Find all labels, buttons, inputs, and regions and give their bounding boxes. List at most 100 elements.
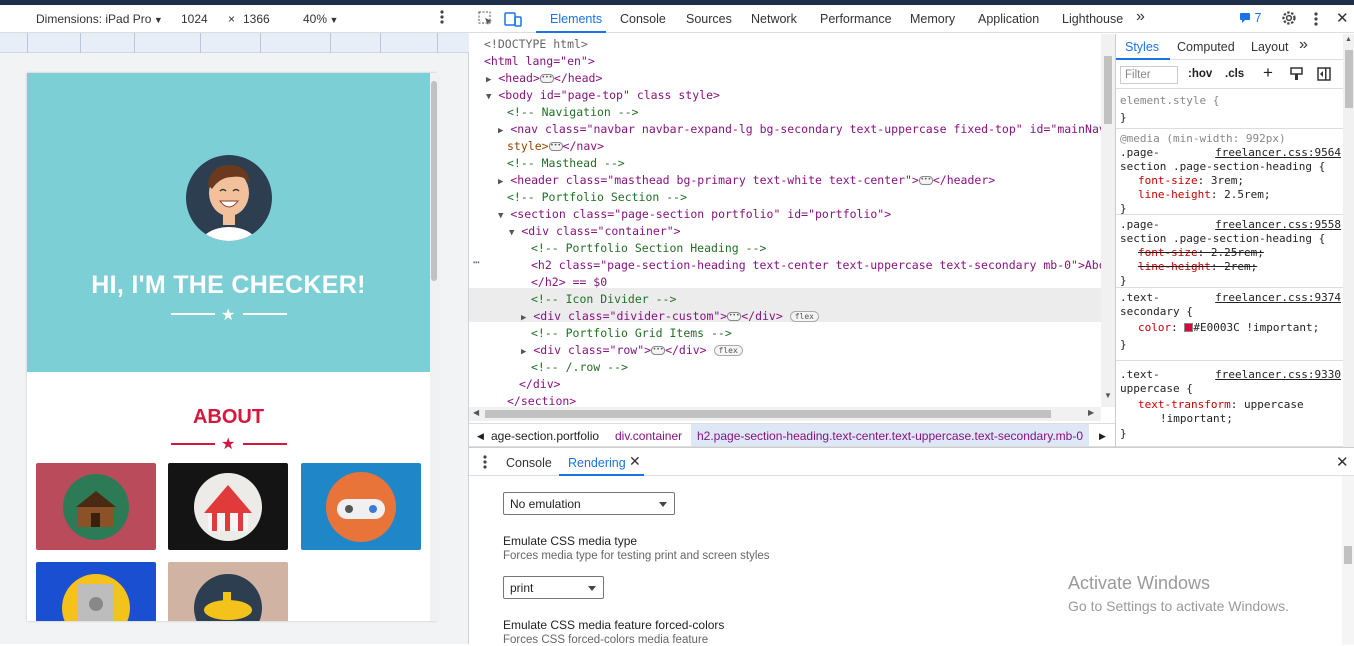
tab-performance[interactable]: Performance [820, 12, 892, 26]
rule-media-page-section-heading[interactable]: @media (min-width: 992px) .page- freelan… [1116, 129, 1343, 215]
scrollbar-thumb[interactable] [431, 81, 437, 281]
ellipsis-icon[interactable]: ••• [651, 346, 666, 355]
device-viewport[interactable]: HI, I'M THE CHECKER! ★ ABOUT ★ [27, 73, 437, 621]
node-actions-icon[interactable]: ⋯ [473, 254, 480, 271]
close-devtools-icon[interactable]: ✕ [1336, 9, 1349, 27]
rule-source-link[interactable]: freelancer.css:9564 [1215, 146, 1341, 160]
more-tabs-icon[interactable]: » [1136, 8, 1145, 26]
drawer-menu-icon[interactable] [483, 454, 487, 473]
css-value[interactable]: 2.25rem; [1211, 246, 1264, 259]
dom-node-selected[interactable]: <h2 class="page-section-heading text-cen… [531, 257, 1101, 274]
dom-vertical-scrollbar[interactable]: ▼ [1101, 34, 1115, 407]
tab-computed[interactable]: Computed [1177, 40, 1235, 54]
rule-element-style[interactable]: element.style { } [1116, 91, 1343, 129]
width-input[interactable]: 1024 [181, 12, 208, 26]
tab-memory[interactable]: Memory [910, 12, 955, 26]
paint-brush-icon[interactable] [1290, 67, 1303, 84]
css-value[interactable]: 3rem; [1211, 174, 1244, 187]
drawer-scrollbar[interactable] [1342, 476, 1354, 645]
css-value[interactable]: 2.5rem; [1224, 188, 1270, 201]
viewport-scrollbar[interactable] [430, 73, 438, 621]
dom-node[interactable]: </div> [519, 376, 561, 393]
flex-badge[interactable]: flex [713, 345, 743, 356]
tab-application[interactable]: Application [978, 12, 1039, 26]
breadcrumb-scroll-right-icon[interactable]: ▶ [1099, 431, 1106, 442]
ellipsis-icon[interactable]: ••• [548, 142, 563, 151]
ellipsis-icon[interactable]: ••• [539, 74, 554, 83]
dom-node[interactable]: </section> [507, 393, 576, 407]
tab-console[interactable]: Console [620, 12, 666, 26]
hov-toggle[interactable]: :hov [1188, 68, 1212, 80]
styles-scrollbar[interactable]: ▲ [1343, 34, 1354, 447]
inspect-element-icon[interactable] [478, 11, 494, 30]
css-value[interactable]: 2rem; [1224, 260, 1257, 273]
flex-badge[interactable]: flex [789, 311, 819, 322]
breadcrumb-scroll-left-icon[interactable]: ◀ [477, 431, 484, 442]
dom-node[interactable]: <html lang="en"> [484, 53, 595, 70]
styles-filter-input[interactable]: Filter [1120, 66, 1178, 84]
rule-page-section-heading[interactable]: .page- freelancer.css:9558 section .page… [1116, 215, 1343, 288]
dom-comment[interactable]: <!-- Portfolio Section --> [507, 189, 687, 206]
portfolio-item-safe[interactable] [36, 562, 156, 621]
breadcrumb-item[interactable]: div.container [615, 429, 682, 443]
portfolio-item-submarine[interactable] [168, 562, 288, 621]
settings-gear-icon[interactable] [1281, 10, 1297, 29]
dom-node[interactable]: <!DOCTYPE html> [484, 36, 588, 53]
cls-toggle[interactable]: .cls [1225, 68, 1244, 80]
toggle-sidebar-icon[interactable] [1317, 67, 1331, 84]
media-type-select[interactable]: print [503, 576, 604, 599]
tab-sources[interactable]: Sources [686, 12, 732, 26]
zoom-dropdown[interactable]: 40% ▼ [303, 12, 338, 26]
css-value[interactable]: #E0003C !important; [1193, 321, 1319, 334]
breadcrumb-item[interactable]: age-section.portfolio [491, 429, 599, 443]
emulation-select[interactable]: No emulation [503, 492, 675, 515]
css-property[interactable]: font-size [1138, 174, 1198, 187]
rule-text-uppercase[interactable]: .text- freelancer.css:9330 uppercase { t… [1116, 361, 1343, 447]
tab-layout[interactable]: Layout [1251, 40, 1289, 54]
close-rendering-tab-icon[interactable]: ✕ [629, 453, 641, 470]
css-value[interactable]: !important; [1160, 412, 1233, 426]
css-property-overridden[interactable]: font-size [1138, 246, 1198, 259]
ellipsis-icon[interactable]: ••• [918, 176, 933, 185]
height-input[interactable]: 1366 [243, 12, 270, 26]
dom-node[interactable]: style> ••• </nav> [507, 138, 604, 155]
tab-styles[interactable]: Styles [1125, 40, 1159, 54]
portfolio-item-cabin[interactable] [36, 463, 156, 550]
css-property[interactable]: color [1138, 321, 1171, 334]
ellipsis-icon[interactable]: ••• [727, 312, 742, 321]
rule-text-secondary[interactable]: .text- freelancer.css:9374 secondary { c… [1116, 288, 1343, 361]
issues-badge[interactable]: 7 [1239, 11, 1261, 25]
dom-comment[interactable]: <!-- Navigation --> [507, 104, 639, 121]
devtools-menu-icon[interactable] [1314, 11, 1318, 30]
portfolio-item-game[interactable] [301, 463, 421, 550]
dom-node-selected-close[interactable]: </h2> == $0 [531, 274, 607, 291]
breadcrumb-item-active[interactable]: h2.page-section-heading.text-center.text… [691, 424, 1089, 446]
dom-comment[interactable]: <!-- /.row --> [531, 359, 628, 376]
rule-source-link[interactable]: freelancer.css:9330 [1215, 368, 1341, 382]
new-rule-icon[interactable]: + [1263, 63, 1273, 83]
more-styles-tabs-icon[interactable]: » [1299, 36, 1308, 54]
dom-comment[interactable]: <!-- Masthead --> [507, 155, 625, 172]
dimensions-dropdown[interactable]: Dimensions: iPad Pro ▼ [36, 12, 163, 26]
more-options-icon[interactable] [440, 9, 444, 28]
dom-comment[interactable]: <!-- Portfolio Grid Items --> [531, 325, 732, 342]
drawer-tab-console[interactable]: Console [506, 456, 552, 470]
css-property[interactable]: line-height [1138, 188, 1211, 201]
tab-lighthouse[interactable]: Lighthouse [1062, 12, 1123, 26]
dom-comment[interactable]: <!-- Icon Divider --> [531, 291, 676, 308]
css-property[interactable]: text-transform [1138, 398, 1231, 411]
portfolio-item-circus[interactable] [168, 463, 288, 550]
rule-source-link[interactable]: freelancer.css:9374 [1215, 291, 1341, 305]
rule-source-link[interactable]: freelancer.css:9558 [1215, 218, 1341, 232]
close-drawer-icon[interactable]: ✕ [1336, 453, 1349, 471]
dom-comment[interactable]: <!-- Portfolio Section Heading --> [531, 240, 766, 257]
dom-horizontal-scrollbar[interactable]: ◀ ▶ [469, 407, 1101, 421]
drawer-tab-rendering[interactable]: Rendering [568, 456, 626, 470]
css-value[interactable]: uppercase [1244, 398, 1304, 411]
tab-elements[interactable]: Elements [550, 12, 602, 26]
css-property-overridden[interactable]: line-height [1138, 260, 1211, 273]
device-toggle-icon[interactable] [504, 11, 522, 30]
tab-network[interactable]: Network [751, 12, 797, 26]
media-query-ruler[interactable] [0, 33, 469, 53]
dom-tree[interactable]: <!DOCTYPE html> <html lang="en"> ▶ <head… [469, 34, 1101, 407]
